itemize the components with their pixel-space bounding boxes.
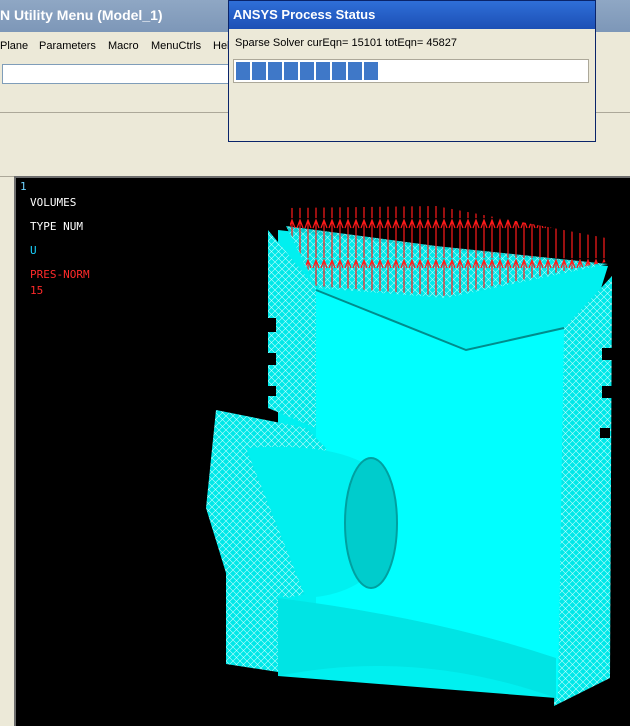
menu-menuctrls[interactable]: MenuCtrls	[151, 40, 201, 52]
progress-segment	[316, 62, 330, 80]
menu-macro[interactable]: Macro	[108, 40, 139, 52]
progress-segment	[268, 62, 282, 80]
dialog-titlebar[interactable]: ANSYS Process Status	[229, 1, 595, 29]
dialog-title: ANSYS Process Status	[233, 7, 376, 22]
progress-segment	[284, 62, 298, 80]
solver-status-text: Sparse Solver curEqn= 15101 totEqn= 4582…	[235, 37, 457, 49]
progress-segment	[252, 62, 266, 80]
progress-segment	[332, 62, 346, 80]
legend-pressure-value: 15	[30, 284, 44, 297]
progress-segment	[236, 62, 250, 80]
window-title: N Utility Menu (Model_1)	[0, 7, 163, 23]
model-plot	[206, 206, 612, 706]
legend-pres-norm: PRES-NORM	[30, 268, 90, 281]
progress-bar	[233, 59, 589, 83]
graphics-window[interactable]: 1 VOLUMES TYPE NUM U PRES-NORM 15	[14, 176, 630, 726]
stem-mesh	[226, 558, 278, 672]
command-input[interactable]	[2, 64, 242, 84]
progress-segment	[348, 62, 362, 80]
legend-type-num: TYPE NUM	[30, 220, 83, 233]
boss-hole	[344, 457, 398, 589]
progress-segment	[364, 62, 378, 80]
progress-fill	[236, 62, 380, 80]
menu-parameters[interactable]: Parameters	[39, 40, 96, 52]
legend-volumes: VOLUMES	[30, 196, 77, 209]
toolbar-area	[0, 146, 630, 177]
legend-u: U	[30, 244, 37, 257]
progress-segment	[300, 62, 314, 80]
process-status-dialog[interactable]: ANSYS Process Status Sparse Solver curEq…	[228, 0, 596, 142]
menu-plane[interactable]: Plane	[0, 40, 28, 52]
window-number: 1	[20, 180, 27, 193]
